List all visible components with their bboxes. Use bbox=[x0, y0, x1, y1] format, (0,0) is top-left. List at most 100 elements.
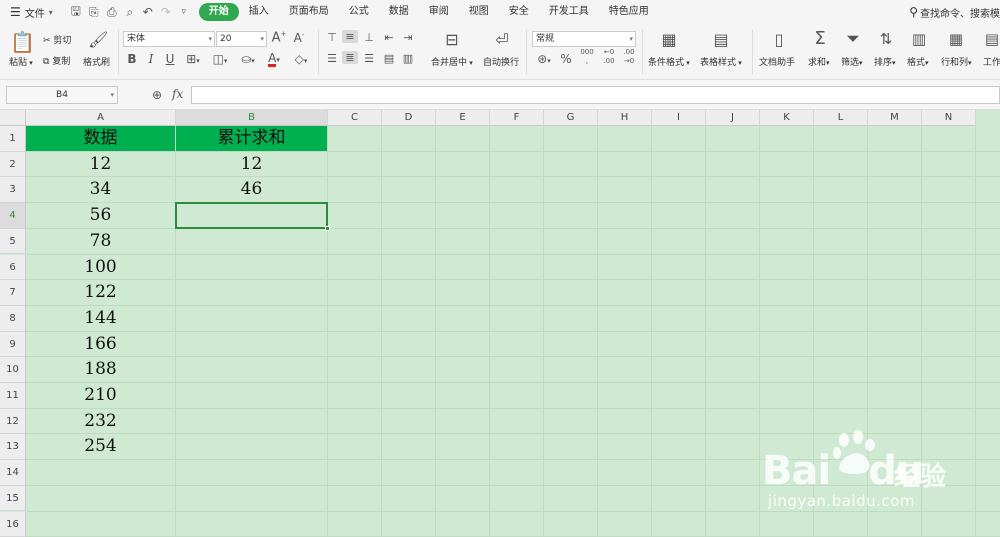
filter-button[interactable]: 筛选▾ bbox=[841, 55, 863, 68]
row-header-4[interactable]: 4 bbox=[0, 203, 26, 229]
customize-icon[interactable]: ▿ bbox=[175, 7, 193, 17]
align-top-icon[interactable]: ⊤ bbox=[325, 31, 339, 44]
row-header-8[interactable]: 8 bbox=[0, 305, 26, 332]
align-right-icon[interactable]: ☰ bbox=[362, 52, 376, 65]
sort-button[interactable]: 排序▾ bbox=[874, 55, 896, 68]
tab-3[interactable]: 公式 bbox=[339, 3, 379, 21]
print-icon[interactable]: ⎙ bbox=[103, 5, 121, 20]
column-header-h[interactable]: H bbox=[598, 110, 652, 126]
save-icon[interactable]: 🖫 bbox=[67, 2, 85, 23]
column-header-b[interactable]: B bbox=[176, 110, 328, 126]
column-header-f[interactable]: F bbox=[490, 110, 544, 126]
tab-5[interactable]: 审阅 bbox=[419, 3, 459, 21]
table-style-button[interactable]: 表格样式 ▾ bbox=[700, 55, 742, 68]
copy-button[interactable]: ⧉ 复制 bbox=[43, 54, 70, 67]
worksheet-icon[interactable]: ▤ bbox=[984, 30, 1000, 48]
merge-center-icon[interactable]: ⊟ bbox=[442, 30, 462, 49]
name-box[interactable]: B4 ▾ bbox=[6, 86, 118, 104]
row-header-14[interactable]: 14 bbox=[0, 460, 26, 486]
cell-a3[interactable]: 34 bbox=[26, 177, 175, 202]
row-column-icon[interactable]: ▦ bbox=[946, 30, 966, 48]
sort-icon[interactable]: ⇅ bbox=[876, 30, 896, 48]
tab-1[interactable]: 插入 bbox=[239, 3, 279, 21]
row-header-2[interactable]: 2 bbox=[0, 151, 26, 178]
cut-button[interactable]: ✂ 剪切 bbox=[43, 33, 71, 46]
tab-7[interactable]: 安全 bbox=[499, 3, 539, 21]
indent-increase-icon[interactable]: ⇥ bbox=[401, 31, 415, 44]
command-search[interactable]: ⚲ 查找命令、搜索模 bbox=[909, 0, 1000, 24]
conditional-format-button[interactable]: 条件格式 ▾ bbox=[648, 55, 690, 68]
thousands-button[interactable]: 000, bbox=[578, 48, 596, 66]
paste-button[interactable]: 粘贴 ▾ bbox=[9, 55, 33, 68]
border-icon[interactable]: ⊞▾ bbox=[182, 52, 204, 66]
row-header-1[interactable]: 1 bbox=[0, 126, 26, 152]
fill-color-icon[interactable]: ◫▾ bbox=[209, 52, 231, 66]
column-header-c[interactable]: C bbox=[328, 110, 382, 126]
export-pdf-icon[interactable]: ⎘ bbox=[85, 5, 103, 20]
row-header-16[interactable]: 16 bbox=[0, 511, 26, 537]
formula-input[interactable] bbox=[191, 86, 1000, 104]
tab-4[interactable]: 数据 bbox=[379, 3, 419, 21]
cell-a5[interactable]: 78 bbox=[26, 229, 175, 254]
tab-2[interactable]: 页面布局 bbox=[279, 3, 339, 21]
column-header-a[interactable]: A bbox=[26, 110, 176, 126]
wrap-text-icon[interactable]: ⏎ bbox=[492, 30, 512, 49]
format-painter-button[interactable]: 格式刷 bbox=[83, 55, 110, 68]
cell-a9[interactable]: 166 bbox=[26, 332, 175, 357]
indent-decrease-icon[interactable]: ⇤ bbox=[382, 31, 396, 44]
sum-button[interactable]: 求和▾ bbox=[808, 55, 830, 68]
column-header-k[interactable]: K bbox=[760, 110, 814, 126]
cell-a13[interactable]: 254 bbox=[26, 434, 175, 459]
format-icon[interactable]: ▥ bbox=[909, 30, 929, 48]
row-header-15[interactable]: 15 bbox=[0, 485, 26, 512]
selected-cell-b4[interactable] bbox=[175, 202, 330, 231]
cell-a8[interactable]: 144 bbox=[26, 306, 175, 331]
cell-a12[interactable]: 232 bbox=[26, 409, 175, 434]
align-left-icon[interactable]: ☰ bbox=[325, 52, 339, 65]
number-format-select[interactable]: 常规 ▾ bbox=[532, 31, 636, 47]
justify-icon[interactable]: ▤ bbox=[382, 52, 396, 65]
font-color-button[interactable]: A▾ bbox=[263, 51, 285, 67]
column-header-m[interactable]: M bbox=[868, 110, 922, 126]
file-menu[interactable]: ☰ 文件 ▾ bbox=[0, 0, 59, 24]
column-header-l[interactable]: L bbox=[814, 110, 868, 126]
font-name-select[interactable]: 宋体 ▾ bbox=[123, 31, 215, 47]
sum-icon[interactable]: Σ bbox=[810, 28, 830, 49]
document-helper-icon[interactable]: ▯ bbox=[769, 30, 789, 49]
cell-a10[interactable]: 188 bbox=[26, 357, 175, 382]
column-header-d[interactable]: D bbox=[382, 110, 436, 126]
table-style-icon[interactable]: ▤ bbox=[711, 30, 731, 49]
tab-8[interactable]: 开发工具 bbox=[539, 3, 599, 21]
tab-6[interactable]: 视图 bbox=[459, 3, 499, 21]
wrap-text-button[interactable]: 自动换行 bbox=[483, 55, 519, 68]
decrease-font-icon[interactable]: A- bbox=[291, 31, 307, 45]
column-header-n[interactable]: N bbox=[922, 110, 976, 126]
decrease-decimal-button[interactable]: .00 →0 bbox=[620, 48, 638, 66]
column-header-j[interactable]: J bbox=[706, 110, 760, 126]
fx-icon[interactable]: fx bbox=[172, 87, 183, 101]
format-button[interactable]: 格式▾ bbox=[907, 55, 929, 68]
column-header-e[interactable]: E bbox=[436, 110, 490, 126]
increase-decimal-button[interactable]: ←0.00 bbox=[600, 48, 618, 66]
undo-icon[interactable]: ↶ bbox=[139, 5, 157, 19]
column-header-g[interactable]: G bbox=[544, 110, 598, 126]
cell-a6[interactable]: 100 bbox=[26, 255, 175, 280]
row-header-12[interactable]: 12 bbox=[0, 408, 26, 435]
row-header-7[interactable]: 7 bbox=[0, 280, 26, 306]
filter-icon[interactable]: ⏷ bbox=[843, 29, 863, 49]
redo-icon[interactable]: ↷ bbox=[157, 5, 175, 19]
row-header-13[interactable]: 13 bbox=[0, 434, 26, 461]
row-header-11[interactable]: 11 bbox=[0, 383, 26, 409]
fill-handle[interactable] bbox=[325, 225, 330, 231]
paste-icon[interactable]: 📋 bbox=[10, 30, 35, 54]
tab-0[interactable]: 开始 bbox=[198, 3, 239, 21]
tab-9[interactable]: 特色应用 bbox=[599, 3, 659, 21]
eraser-icon[interactable]: ◇▾ bbox=[290, 52, 312, 66]
align-center-icon[interactable]: ≣ bbox=[342, 51, 358, 64]
column-header-i[interactable]: I bbox=[652, 110, 706, 126]
cell-a1[interactable]: 数据 bbox=[26, 126, 175, 151]
distribute-icon[interactable]: ▥ bbox=[401, 52, 415, 65]
cell-b3[interactable]: 46 bbox=[176, 177, 327, 202]
cell-a2[interactable]: 12 bbox=[26, 152, 175, 177]
row-header-10[interactable]: 10 bbox=[0, 357, 26, 383]
